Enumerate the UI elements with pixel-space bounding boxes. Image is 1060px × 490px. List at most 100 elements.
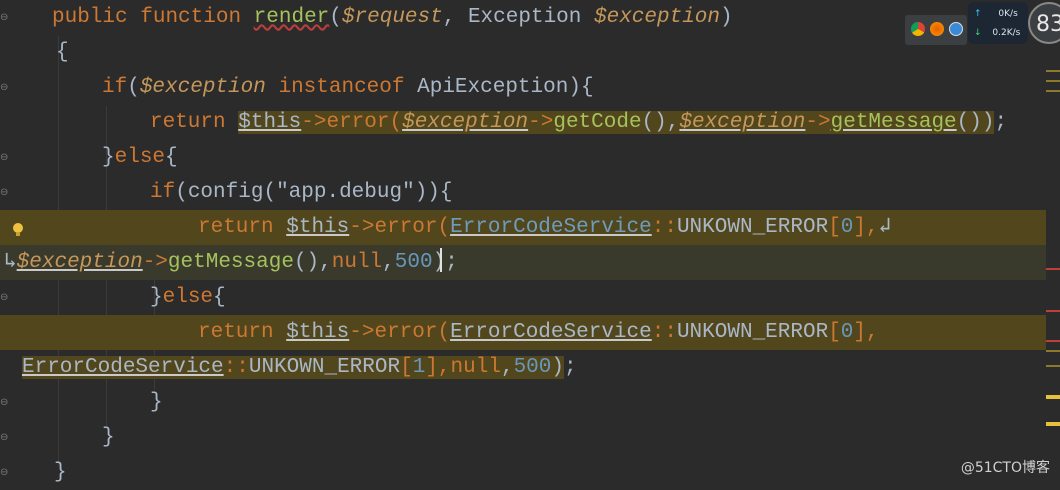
code-line-highlighted[interactable]: return $this->error(ErrorCodeService::UN… xyxy=(0,210,1046,245)
bracket: [ xyxy=(400,356,413,379)
brace: { xyxy=(439,181,453,204)
bracket: ], xyxy=(853,216,879,239)
code-line[interactable]: }else{ xyxy=(102,140,178,175)
fold-icon[interactable]: ⊖ xyxy=(0,13,8,23)
arrow-op: -> xyxy=(142,251,168,274)
keyword-null: null xyxy=(331,251,383,274)
paren: ( xyxy=(263,181,277,204)
upload-speed: 0K/s xyxy=(998,9,1018,19)
code-line[interactable]: ErrorCodeService::UNKOWN_ERROR[1],null,5… xyxy=(0,350,577,385)
paren: ( xyxy=(127,76,140,99)
semicolon: ; xyxy=(994,111,1008,134)
scroll-marker[interactable] xyxy=(1046,90,1060,92)
fold-icon[interactable]: ⊖ xyxy=(0,468,8,478)
chrome-icon[interactable] xyxy=(911,22,925,36)
param-request: $request xyxy=(341,6,443,29)
code-line[interactable]: } xyxy=(102,420,115,455)
code-line[interactable]: public function render($request, Excepti… xyxy=(52,0,733,35)
paren: ( xyxy=(389,111,403,134)
brace: } xyxy=(102,146,115,169)
method: error xyxy=(326,111,390,134)
arrow-op: -> xyxy=(349,321,375,344)
safari-icon[interactable] xyxy=(949,22,963,36)
watermark: @51CTO博客 xyxy=(960,460,1050,476)
class-name: ErrorCodeService xyxy=(450,321,652,344)
paren: (), xyxy=(641,111,680,134)
scope-op: :: xyxy=(651,216,677,239)
scroll-marker[interactable] xyxy=(1046,70,1060,72)
brace: } xyxy=(150,391,163,414)
function-name: render xyxy=(253,6,330,29)
scroll-marker[interactable] xyxy=(1046,80,1060,82)
code-line[interactable]: { xyxy=(56,35,69,70)
this-ref: $this xyxy=(286,216,350,239)
method: error xyxy=(374,321,438,344)
firefox-icon[interactable] xyxy=(930,22,944,36)
string-literal: "app.debug" xyxy=(276,181,415,204)
code-line[interactable]: if($exception instanceof ApiException){ xyxy=(102,70,594,105)
soft-wrap-icon: ↳ xyxy=(4,251,17,274)
number: 0 xyxy=(840,321,854,344)
paren: ( xyxy=(437,216,451,239)
method: error xyxy=(374,216,438,239)
number: 1 xyxy=(412,356,426,379)
scroll-marker[interactable] xyxy=(1046,310,1060,312)
scroll-marker[interactable] xyxy=(1046,268,1060,270)
code-editor[interactable]: ⊖ ⊖ ⊖ ⊖ ⊖ ⊖ ⊖ ⊖ public function render($… xyxy=(0,0,1060,485)
number: 500 xyxy=(513,356,552,379)
scope-op: :: xyxy=(223,356,249,379)
fold-icon[interactable]: ⊖ xyxy=(0,398,8,408)
fold-icon[interactable]: ⊖ xyxy=(0,153,8,163)
semicolon: ; xyxy=(445,251,458,274)
code-line[interactable]: return $this->error($exception->getCode(… xyxy=(150,105,1007,140)
keyword: if xyxy=(150,181,176,204)
keyword: function xyxy=(140,6,242,29)
keyword: return xyxy=(198,321,274,344)
paren: ()) xyxy=(956,111,995,134)
bracket: [ xyxy=(828,216,841,239)
comma: , xyxy=(382,251,395,274)
browser-tray xyxy=(905,15,967,45)
paren: )) xyxy=(414,181,440,204)
semicolon: ; xyxy=(563,356,577,379)
constant: UNKOWN_ERROR xyxy=(248,356,401,379)
lightbulb-icon[interactable] xyxy=(12,222,24,238)
code-line[interactable]: } xyxy=(150,385,163,420)
comma: , xyxy=(500,356,514,379)
method: getMessage xyxy=(830,111,957,134)
keyword: if xyxy=(102,76,128,99)
paren: ) xyxy=(551,356,564,379)
error-stripe-scrollbar[interactable] xyxy=(1046,60,1060,485)
paren: ){ xyxy=(568,76,594,99)
paren: ) xyxy=(432,251,446,274)
scroll-marker[interactable] xyxy=(1046,422,1060,426)
constant: UNKOWN_ERROR xyxy=(676,216,829,239)
keyword: return xyxy=(198,216,274,239)
code-line-highlighted[interactable]: return $this->error(ErrorCodeService::UN… xyxy=(0,315,1046,350)
network-speed-widget: ↑ 0K/s ↓ 0.2K/s xyxy=(968,2,1028,44)
scroll-marker[interactable] xyxy=(1046,350,1060,352)
function-call: config xyxy=(187,181,264,204)
scroll-marker[interactable] xyxy=(1046,395,1060,399)
fold-icon[interactable]: ⊖ xyxy=(0,83,8,93)
code-line-current[interactable]: ↳$exception->getMessage(),null,500); xyxy=(0,245,1046,280)
fold-icon[interactable]: ⊖ xyxy=(0,188,8,198)
brace: { xyxy=(165,146,178,169)
upload-arrow-icon: ↑ xyxy=(974,9,982,19)
code-line[interactable]: }else{ xyxy=(150,280,226,315)
variable: $exception xyxy=(679,111,806,134)
brace: { xyxy=(56,41,69,64)
fold-icon[interactable]: ⊖ xyxy=(0,433,8,443)
keyword: return xyxy=(150,111,226,134)
download-speed: 0.2K/s xyxy=(992,28,1021,38)
paren: ( xyxy=(437,321,451,344)
scroll-marker[interactable] xyxy=(1046,340,1060,342)
scroll-marker[interactable] xyxy=(1046,365,1060,367)
brace: { xyxy=(213,286,226,309)
brace: } xyxy=(54,461,67,484)
arrow-op: -> xyxy=(805,111,831,134)
class-name: ApiException xyxy=(417,76,569,99)
fold-icon[interactable]: ⊖ xyxy=(0,293,8,303)
code-line[interactable]: if(config("app.debug")){ xyxy=(150,175,453,210)
keyword: instanceof xyxy=(278,76,405,99)
